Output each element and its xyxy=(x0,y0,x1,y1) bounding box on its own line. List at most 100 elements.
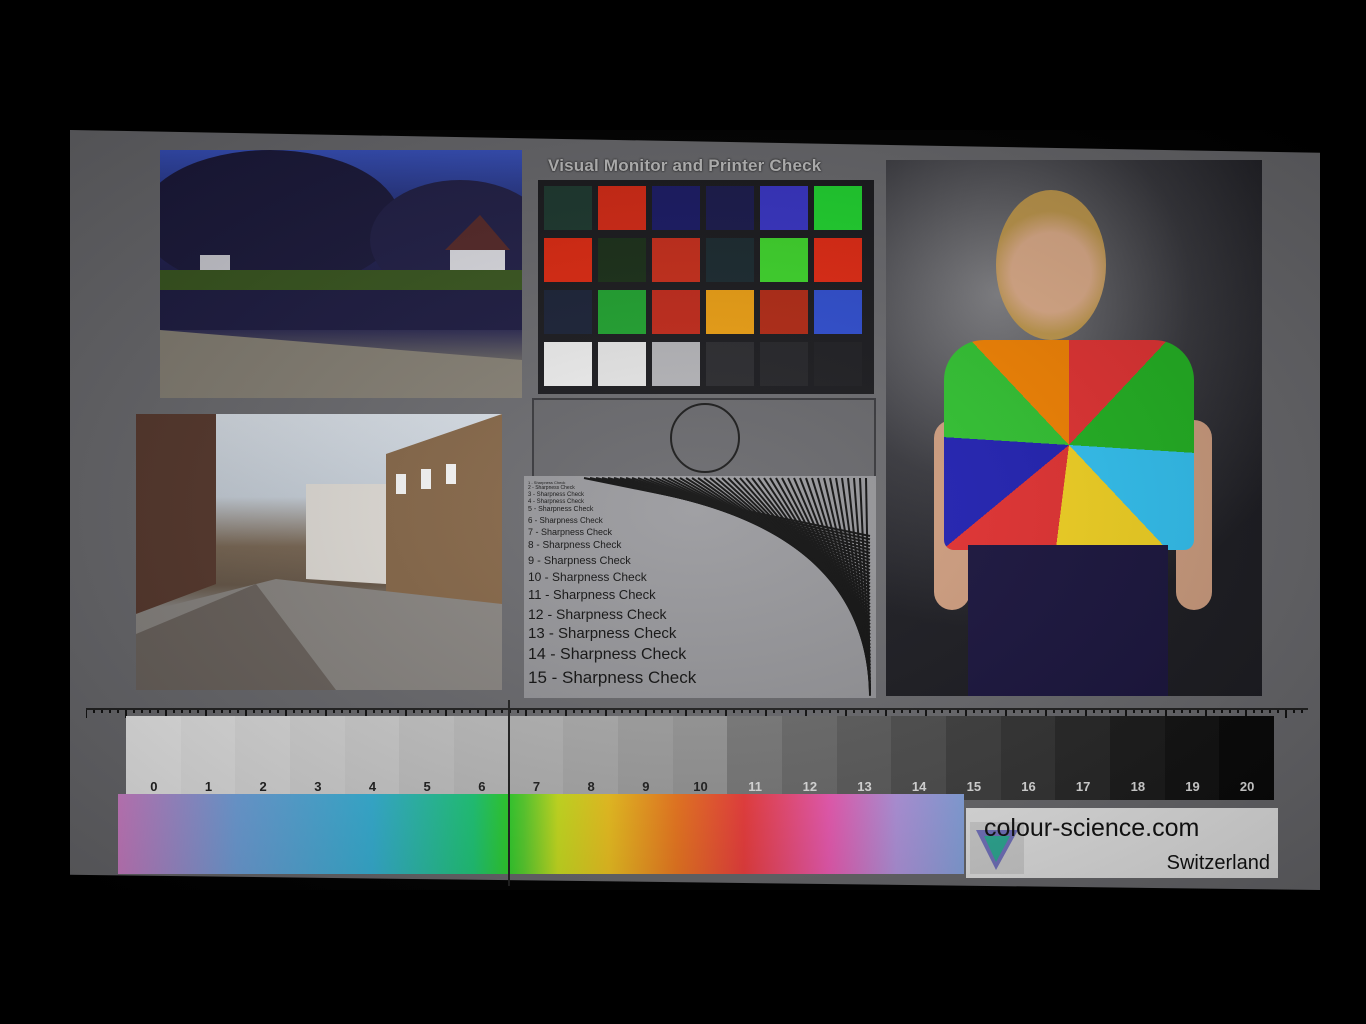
color-swatch-grid xyxy=(538,180,874,394)
grayscale-step: 10 xyxy=(672,716,729,800)
grayscale-step: 2 xyxy=(235,716,291,800)
sharpness-label: 12 - Sharpness Check xyxy=(528,605,667,622)
grayscale-step: 0 xyxy=(126,716,182,800)
grayscale-step-label: 19 xyxy=(1185,779,1200,794)
grayscale-step: 3 xyxy=(290,716,346,800)
sharpness-label: 6 - Sharpness Check xyxy=(528,515,603,525)
color-swatch xyxy=(652,290,700,334)
sharpness-label: 7 - Sharpness Check xyxy=(528,527,613,538)
sharpness-label: 2 - Sharpness Check xyxy=(528,485,575,491)
grayscale-step-label: 15 xyxy=(966,779,982,794)
grayscale-step-label: 18 xyxy=(1130,779,1146,794)
color-swatch xyxy=(544,238,592,282)
color-swatch xyxy=(598,290,646,334)
grayscale-step-label: 7 xyxy=(532,779,541,794)
grayscale-step: 20 xyxy=(1219,716,1274,800)
color-swatch xyxy=(652,342,700,386)
grayscale-step: 18 xyxy=(1110,716,1166,800)
color-swatch xyxy=(598,186,646,230)
grayscale-step: 11 xyxy=(727,716,783,800)
sharpness-label: 8 - Sharpness Check xyxy=(528,540,622,552)
grayscale-step: 7 xyxy=(508,716,565,800)
grayscale-step-label: 2 xyxy=(259,779,267,794)
woman-skirt xyxy=(968,545,1168,696)
street-photo xyxy=(136,414,502,690)
vertical-crosshair-line xyxy=(508,700,510,886)
color-swatch xyxy=(760,238,808,282)
woman-floral-shirt xyxy=(944,340,1194,550)
grayscale-step-label: 13 xyxy=(857,779,872,794)
color-swatch xyxy=(760,290,808,334)
color-swatch xyxy=(652,238,700,282)
grayscale-step: 5 xyxy=(399,716,455,800)
grayscale-step-wedge: 0 1 2 3 4 5 6 7 8 9 10 11 12 13 14 15 16 17 18 19 20 xyxy=(126,716,1274,800)
color-swatch xyxy=(706,238,754,282)
grayscale-step: 12 xyxy=(782,716,838,800)
grayscale-step-label: 17 xyxy=(1075,779,1091,794)
color-swatch xyxy=(814,238,862,282)
chart-title: Visual Monitor and Printer Check xyxy=(548,156,822,175)
color-swatch xyxy=(760,186,808,230)
woman-portrait-photo xyxy=(886,160,1262,696)
grayscale-step-label: 16 xyxy=(1021,779,1036,794)
logo-country: Switzerland xyxy=(1166,852,1270,874)
grayscale-step-label: 11 xyxy=(748,779,763,794)
sharpness-chart: 1 - Sharpness Check 2 - Sharpness Check 3 … xyxy=(524,476,876,698)
grayscale-step: 4 xyxy=(344,716,401,800)
logo-site-name: colour-science.com xyxy=(984,814,1200,842)
grayscale-step-label: 10 xyxy=(693,779,708,794)
grayscale-step: 8 xyxy=(563,716,619,800)
grayscale-step: 9 xyxy=(618,716,674,800)
grayscale-step: 13 xyxy=(836,716,893,800)
sharpness-label: 3 - Sharpness Check xyxy=(528,492,585,498)
grayscale-step-label: 0 xyxy=(150,779,158,794)
color-swatch xyxy=(760,342,808,386)
color-swatch xyxy=(544,342,592,386)
grayscale-step-label: 20 xyxy=(1239,779,1255,794)
color-swatch xyxy=(598,342,646,386)
horizontal-crosshair-line xyxy=(86,708,1308,710)
grayscale-step: 17 xyxy=(1055,716,1111,800)
grayscale-step: 14 xyxy=(891,716,947,800)
grayscale-step: 15 xyxy=(946,716,1002,800)
color-swatch xyxy=(706,290,754,334)
grayscale-step-label: 6 xyxy=(478,779,486,794)
sharpness-label: 9 - Sharpness Check xyxy=(528,554,631,567)
woman-head xyxy=(996,190,1106,340)
sharpness-label-list: 1 - Sharpness Check 2 - Sharpness Check 3 … xyxy=(528,480,697,688)
color-swatch xyxy=(544,290,592,334)
color-swatch xyxy=(814,290,862,334)
grayscale-step: 16 xyxy=(1000,716,1057,800)
color-swatch xyxy=(706,186,754,230)
sharpness-label: 15 - Sharpness Check xyxy=(528,668,697,688)
grayscale-step: 1 xyxy=(180,716,237,800)
focus-target-box xyxy=(532,398,876,478)
grayscale-step: 19 xyxy=(1164,716,1221,800)
grayscale-step-label: 5 xyxy=(423,779,431,794)
street-photo-art xyxy=(136,414,502,690)
park-photo xyxy=(160,150,522,398)
grayscale-step-label: 9 xyxy=(642,779,650,794)
grayscale-step: 6 xyxy=(454,716,510,800)
grayscale-step-label: 1 xyxy=(204,779,213,794)
sharpness-label: 14 - Sharpness Check xyxy=(528,646,687,664)
color-swatch xyxy=(652,186,700,230)
focus-circle xyxy=(670,403,740,473)
color-spectrum-bar xyxy=(118,794,964,874)
sharpness-label: 13 - Sharpness Check xyxy=(528,625,677,643)
park-photo-art xyxy=(160,150,522,398)
color-swatch xyxy=(814,186,862,230)
grayscale-step-label: 4 xyxy=(368,779,377,794)
sharpness-label: 10 - Sharpness Check xyxy=(528,570,647,585)
sharpness-label: 4 - Sharpness Check xyxy=(528,499,585,505)
sharpness-label: 5 - Sharpness Check xyxy=(528,506,594,513)
grayscale-step-label: 14 xyxy=(911,779,927,794)
grayscale-step-label: 3 xyxy=(314,779,322,794)
colour-science-logo-box: colour-science.com Switzerland xyxy=(966,808,1278,878)
grayscale-step-label: 8 xyxy=(587,779,595,794)
color-swatch xyxy=(814,342,862,386)
sharpness-label: 11 - Sharpness Check xyxy=(528,587,656,603)
grayscale-step-label: 12 xyxy=(802,779,818,794)
color-swatch xyxy=(544,186,592,230)
color-swatch xyxy=(706,342,754,386)
